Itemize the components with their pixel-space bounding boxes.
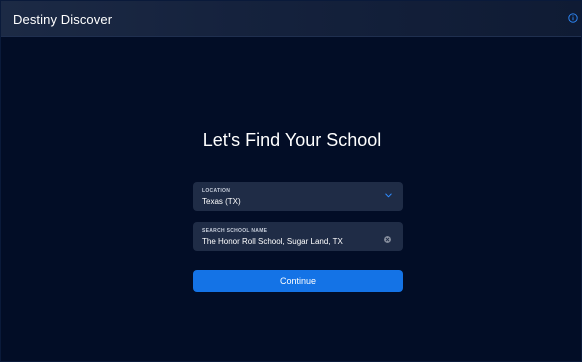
clear-icon[interactable] (384, 236, 391, 243)
app-title: Destiny Discover (13, 12, 113, 27)
location-select[interactable]: LOCATION Texas (TX) (193, 182, 403, 211)
title-bar: Destiny Discover (1, 1, 581, 37)
page-heading: Let's Find Your School (202, 130, 382, 150)
continue-button[interactable]: Continue (193, 270, 403, 292)
location-value: Texas (TX) (202, 197, 241, 206)
app-window: Destiny Discover Let's Find Your School … (0, 0, 582, 362)
school-search-field[interactable]: SEARCH SCHOOL NAME The Honor Roll School… (193, 222, 403, 251)
chevron-down-icon[interactable] (385, 193, 392, 198)
location-label: LOCATION (202, 188, 231, 194)
school-search-label: SEARCH SCHOOL NAME (202, 228, 268, 234)
school-search-value[interactable]: The Honor Roll School, Sugar Land, TX (202, 237, 343, 246)
main-content: Let's Find Your School LOCATION Texas (T… (1, 37, 581, 361)
info-icon[interactable] (568, 13, 578, 23)
